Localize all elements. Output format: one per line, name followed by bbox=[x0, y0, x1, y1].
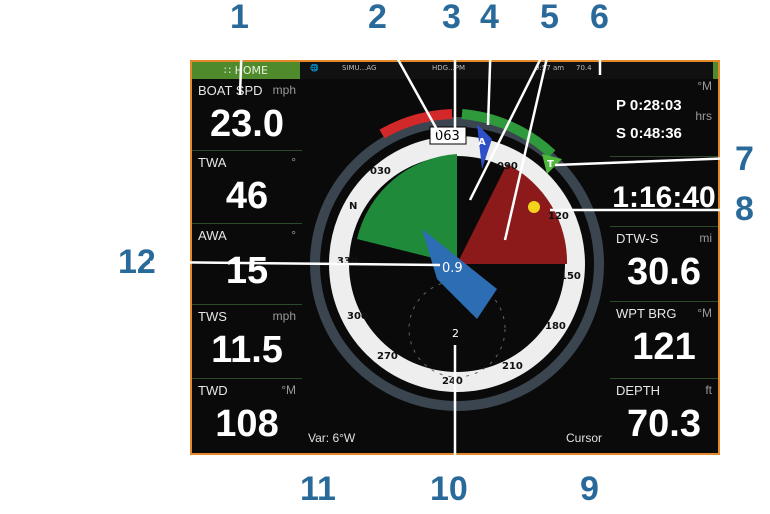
magnetic-variation: Var: 6°W bbox=[308, 431, 356, 445]
callout-9: 9 bbox=[580, 470, 599, 508]
panel-value: 23.0 bbox=[210, 103, 284, 145]
panel-label: BOAT SPD bbox=[198, 83, 263, 98]
callout-5: 5 bbox=[540, 0, 559, 36]
panel-unit: hrs bbox=[695, 109, 712, 123]
panel-unit: ft bbox=[705, 383, 712, 397]
panel-label: WPT BRG bbox=[616, 306, 677, 321]
tws-panel[interactable]: TWS mph 11.5 bbox=[192, 305, 302, 379]
timers-panel[interactable]: °M P 0:28:03 hrs S 0:48:36 bbox=[610, 79, 718, 157]
panel-unit: mph bbox=[272, 83, 296, 97]
home-label: HOME bbox=[234, 64, 268, 77]
scale-label: 180 bbox=[545, 321, 566, 332]
callout-1: 1 bbox=[230, 0, 249, 36]
wind-marker-label: A bbox=[478, 137, 486, 148]
panel-label: DTW-S bbox=[616, 231, 659, 246]
callout-12: 12 bbox=[118, 243, 156, 281]
callout-6: 6 bbox=[590, 0, 609, 36]
callout-8: 8 bbox=[735, 190, 754, 228]
status-item: 9:57 am bbox=[535, 64, 565, 72]
panel-label: TWS bbox=[198, 309, 227, 324]
callout-7: 7 bbox=[735, 140, 754, 178]
panel-unit: ° bbox=[291, 228, 296, 242]
callout-11: 11 bbox=[300, 470, 336, 508]
panel-label: TWA bbox=[198, 155, 227, 170]
panel-value: 108 bbox=[215, 403, 279, 445]
awa-panel[interactable]: AWA ° 15 bbox=[192, 224, 302, 305]
scale-label: N bbox=[349, 201, 357, 212]
callout-3: 3 bbox=[442, 0, 461, 36]
panel-value: 70.3 bbox=[627, 403, 701, 445]
callout-4: 4 bbox=[480, 0, 499, 36]
panel-label: DEPTH bbox=[616, 383, 661, 398]
home-button[interactable]: ∷ HOME bbox=[192, 62, 300, 79]
scale-label: 150 bbox=[560, 271, 581, 282]
panel-label: AWA bbox=[198, 228, 227, 243]
scale-label: 270 bbox=[377, 351, 398, 362]
status-indicator bbox=[713, 62, 718, 79]
panel-label: TWD bbox=[198, 383, 228, 398]
cursor-status: Cursor bbox=[566, 431, 603, 445]
wpt-brg-panel[interactable]: WPT BRG °M 121 bbox=[610, 302, 718, 379]
status-item: SIMU...AG bbox=[342, 64, 377, 72]
panel-value: 1:16:40 bbox=[612, 181, 716, 214]
callout-2: 2 bbox=[368, 0, 387, 36]
heading-readout: 063 bbox=[435, 129, 460, 144]
dtw-panel[interactable]: DTW-S mi 30.6 bbox=[610, 227, 718, 302]
twa-panel[interactable]: TWA ° 46 bbox=[192, 151, 302, 224]
panel-value: 15 bbox=[225, 250, 269, 292]
panel-unit: °M bbox=[281, 383, 296, 397]
panel-value: 11.5 bbox=[211, 329, 283, 371]
scale-label: 300 bbox=[347, 311, 368, 322]
scale-label: 090 bbox=[497, 161, 518, 172]
status-item: HDG...PM bbox=[432, 64, 466, 72]
callout-10: 10 bbox=[430, 470, 468, 508]
panel-value: 30.6 bbox=[627, 251, 701, 293]
ttg-panel[interactable]: 1:16:40 bbox=[610, 157, 718, 227]
panel-unit: mi bbox=[699, 231, 712, 245]
panel-value: 121 bbox=[632, 326, 696, 368]
panel-unit: ° bbox=[291, 155, 296, 169]
grid-icon: ∷ bbox=[224, 64, 232, 77]
boat-speed-reading: 0.9 bbox=[442, 261, 463, 276]
top-bar: ∷ HOME 🌐 SIMU...AG HDG...PM 9:57 am 70.4 bbox=[192, 62, 718, 79]
scale-label: 030 bbox=[370, 166, 391, 177]
waypoint-marker bbox=[528, 201, 540, 213]
depth-panel[interactable]: DEPTH ft 70.3 bbox=[610, 379, 718, 453]
scale-label: 210 bbox=[502, 361, 523, 372]
starboard-timer: S 0:48:36 bbox=[616, 125, 682, 142]
sail-steer-gauge[interactable]: A T 063 030 N 330 300 270 240 210 180 15… bbox=[302, 79, 612, 419]
globe-icon: 🌐 bbox=[310, 64, 319, 72]
panel-unit: mph bbox=[272, 309, 296, 323]
twd-panel[interactable]: TWD °M 108 bbox=[192, 379, 302, 453]
panel-value: 46 bbox=[225, 175, 269, 217]
scale-label: 240 bbox=[442, 376, 463, 387]
scale-label: 330 bbox=[337, 256, 358, 267]
boat-speed-panel[interactable]: BOAT SPD mph 23.0 bbox=[192, 79, 302, 151]
status-item: 70.4 bbox=[576, 64, 592, 72]
panel-unit: °M bbox=[697, 79, 712, 93]
inner-scale-label: 2 bbox=[452, 327, 459, 340]
port-timer: P 0:28:03 bbox=[616, 97, 682, 114]
chartplotter-screen: ∷ HOME 🌐 SIMU...AG HDG...PM 9:57 am 70.4… bbox=[190, 60, 720, 455]
scale-label: 120 bbox=[548, 211, 569, 222]
true-marker-label: T bbox=[547, 159, 554, 170]
panel-unit: °M bbox=[697, 306, 712, 320]
